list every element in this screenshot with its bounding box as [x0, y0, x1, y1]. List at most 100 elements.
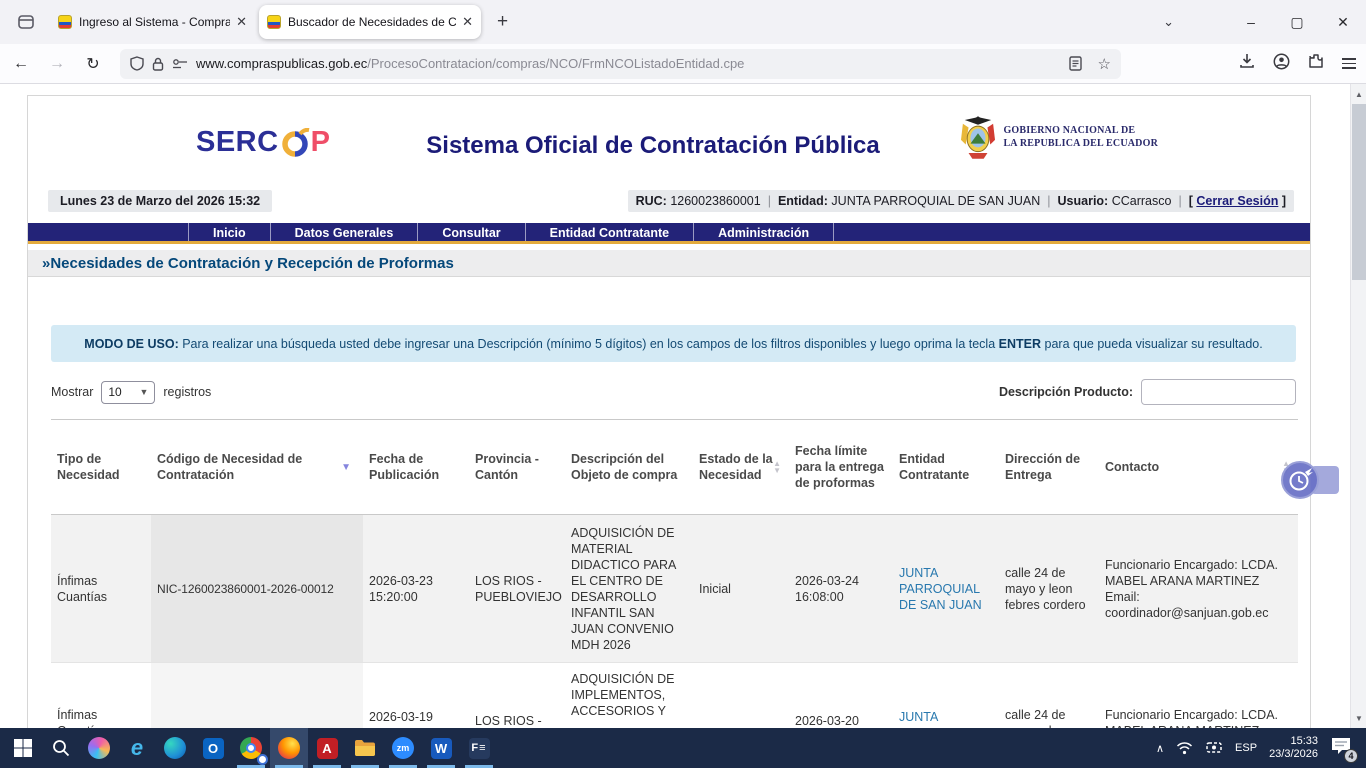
- new-tab-button[interactable]: +: [485, 11, 520, 33]
- edge-button[interactable]: [156, 728, 194, 768]
- entity-link[interactable]: JUNTA PARROQUIAL DE SAN JUAN: [899, 566, 982, 612]
- screen: Ingreso al Sistema - Compras Pú ✕ Buscad…: [0, 0, 1366, 768]
- logout-link[interactable]: Cerrar Sesión: [1196, 194, 1278, 208]
- col-provincia-canton[interactable]: Provincia - Cantón: [469, 420, 565, 515]
- user-value: CCarrasco: [1112, 194, 1172, 208]
- windows-taskbar: e O A zm W F≡ ∧ ESP 15:33 23/3/2026 4: [0, 728, 1366, 768]
- tab-close-icon[interactable]: ✕: [230, 14, 247, 30]
- sort-desc-icon: ▼: [341, 462, 357, 473]
- nav-item-entidad-contratante[interactable]: Entidad Contratante: [525, 223, 693, 241]
- url-bar[interactable]: www.compraspublicas.gob.ec/ProcesoContra…: [120, 49, 1121, 79]
- col-fecha-publicacion[interactable]: Fecha de Publicación: [363, 420, 469, 515]
- cell-fecha-publicacion: 2026-03-23 15:20:00: [363, 515, 469, 663]
- maximize-button[interactable]: ▢: [1274, 0, 1320, 44]
- tab-ingreso-al-sistema[interactable]: Ingreso al Sistema - Compras Pú ✕: [50, 5, 255, 39]
- notification-center-button[interactable]: 4: [1330, 736, 1354, 760]
- col-fecha-limite[interactable]: Fecha límite para la entrega de proforma…: [789, 420, 893, 515]
- cell-codigo: [151, 663, 363, 729]
- zoom-button[interactable]: zm: [384, 728, 422, 768]
- page-scrollbar[interactable]: ▲ ▼: [1350, 84, 1366, 728]
- clock[interactable]: 15:33 23/3/2026: [1269, 735, 1318, 761]
- language-indicator[interactable]: ESP: [1235, 742, 1257, 754]
- downloads-icon[interactable]: [1239, 53, 1255, 74]
- firefox-button[interactable]: [270, 728, 308, 768]
- reader-view-icon[interactable]: [1069, 56, 1082, 71]
- col-contacto[interactable]: Contacto▲▼: [1099, 420, 1298, 515]
- show-entries-select[interactable]: 10 ▼: [101, 381, 155, 404]
- notification-count-badge: 4: [1344, 749, 1358, 763]
- col-tipo-necesidad[interactable]: Tipo de Necesidad: [51, 420, 151, 515]
- cast-icon[interactable]: [1205, 741, 1223, 755]
- file-explorer-button[interactable]: [346, 728, 384, 768]
- col-direccion-entrega[interactable]: Dirección de Entrega: [999, 420, 1099, 515]
- entity-link[interactable]: JUNTA: [899, 710, 938, 724]
- usage-instructions: MODO DE USO: Para realizar una búsqueda …: [51, 325, 1296, 362]
- firefox-view-button[interactable]: [10, 6, 42, 38]
- acrobat-button[interactable]: A: [308, 728, 346, 768]
- app-f-icon: F≡: [469, 738, 490, 759]
- copilot-button[interactable]: [80, 728, 118, 768]
- separator: |: [1171, 194, 1188, 208]
- tab-buscador-necesidades[interactable]: Buscador de Necesidades de Co ✕: [259, 5, 481, 39]
- internet-explorer-button[interactable]: e: [118, 728, 156, 768]
- scrollbar-thumb[interactable]: [1352, 104, 1366, 280]
- tray-chevron-up-icon[interactable]: ∧: [1156, 742, 1164, 755]
- nav-item-administracion[interactable]: Administración: [693, 223, 834, 241]
- url-host: www.compraspublicas.gob.ec: [196, 56, 367, 71]
- col-descripcion-objeto[interactable]: Descripción del Objeto de compra: [565, 420, 693, 515]
- minimize-button[interactable]: –: [1228, 0, 1274, 44]
- user-label: Usuario:: [1058, 194, 1109, 208]
- cell-contacto: Funcionario Encargado: LCDA. MABEL ARANA…: [1099, 515, 1298, 663]
- separator: |: [761, 194, 778, 208]
- window-controls: – ▢ ✕: [1228, 0, 1366, 44]
- table-header-row: Tipo de Necesidad Código de Necesidad de…: [51, 420, 1298, 515]
- nav-item-inicio[interactable]: Inicio: [188, 223, 270, 241]
- chrome-button[interactable]: [232, 728, 270, 768]
- word-button[interactable]: W: [422, 728, 460, 768]
- usage-enter-key: ENTER: [999, 337, 1041, 351]
- chrome-profile-badge: [257, 754, 268, 765]
- content-card: SERC P Sistema Oficial de Contratación P…: [27, 95, 1311, 728]
- cell-estado: [693, 663, 789, 729]
- usage-text: para que pueda visualizar su resultado.: [1045, 337, 1263, 351]
- system-tray: ∧ ESP 15:33 23/3/2026 4: [1156, 735, 1366, 761]
- col-entidad-contratante[interactable]: Entidad Contratante: [893, 420, 999, 515]
- tracking-shield-icon[interactable]: [130, 56, 144, 71]
- col-estado-necesidad[interactable]: Estado de la Necesidad▲▼: [693, 420, 789, 515]
- cell-provincia: LOS RIOS -: [469, 663, 565, 729]
- extensions-icon[interactable]: [1308, 53, 1324, 74]
- forward-button[interactable]: →: [42, 49, 72, 79]
- floating-clock-widget[interactable]: [1281, 461, 1319, 499]
- close-button[interactable]: ✕: [1320, 0, 1366, 44]
- tab-close-icon[interactable]: ✕: [456, 14, 473, 30]
- start-button[interactable]: [4, 728, 42, 768]
- lock-icon[interactable]: [152, 57, 164, 71]
- col-codigo-necesidad[interactable]: Código de Necesidad de Contratación▼: [151, 420, 363, 515]
- cell-tipo: Ínfimas Cuantías: [51, 515, 151, 663]
- firefox-view-icon: [17, 13, 35, 31]
- nav-item-consultar[interactable]: Consultar: [417, 223, 524, 241]
- ruc-value: 1260023860001: [670, 194, 760, 208]
- permissions-icon[interactable]: [172, 58, 188, 70]
- file-explorer-icon: [354, 739, 376, 757]
- show-suffix: registros: [163, 385, 211, 399]
- menu-icon[interactable]: [1342, 56, 1356, 72]
- search-button[interactable]: [42, 728, 80, 768]
- list-all-tabs-icon[interactable]: ⌄: [1149, 14, 1188, 30]
- description-filter-input[interactable]: [1141, 379, 1296, 405]
- scroll-up-icon[interactable]: ▲: [1351, 86, 1366, 102]
- reload-button[interactable]: ↻: [78, 49, 108, 79]
- account-icon[interactable]: [1273, 53, 1290, 75]
- scroll-down-icon[interactable]: ▼: [1351, 710, 1366, 726]
- edge-icon: [164, 737, 186, 759]
- app-f-button[interactable]: F≡: [460, 728, 498, 768]
- page-viewport: SERC P Sistema Oficial de Contratación P…: [0, 84, 1366, 728]
- back-button[interactable]: ←: [6, 49, 36, 79]
- tab-title: Buscador de Necesidades de Co: [288, 15, 456, 29]
- outlook-button[interactable]: O: [194, 728, 232, 768]
- nav-item-datos-generales[interactable]: Datos Generales: [270, 223, 418, 241]
- table-controls: Mostrar 10 ▼ registros Descripción Produ…: [28, 379, 1310, 405]
- bookmark-star-icon[interactable]: ☆: [1098, 55, 1111, 73]
- government-logo: GOBIERNO NACIONAL DE LA REPUBLICA DEL EC…: [961, 114, 1158, 160]
- wifi-icon[interactable]: [1176, 741, 1193, 755]
